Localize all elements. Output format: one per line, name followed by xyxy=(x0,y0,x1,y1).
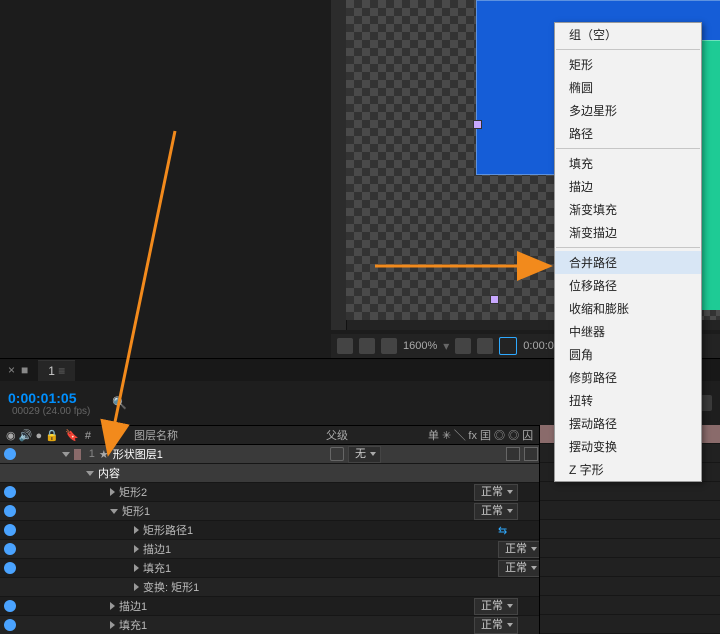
viewer-tool-icon[interactable] xyxy=(337,338,353,354)
menu-pucker-bloat[interactable]: 收缩和膨胀 xyxy=(555,297,701,320)
menu-trim-paths[interactable]: 修剪路径 xyxy=(555,366,701,389)
blend-mode-dropdown[interactable]: 正常 xyxy=(474,598,518,615)
menu-repeater[interactable]: 中继器 xyxy=(555,320,701,343)
menu-polystar[interactable]: 多边星形 xyxy=(555,99,701,122)
visibility-toggle[interactable] xyxy=(4,524,16,536)
blend-mode-dropdown[interactable]: 正常 xyxy=(498,541,542,558)
constrain-icon[interactable]: ⇆ xyxy=(498,524,507,537)
label-column-icon: 🔖 xyxy=(65,430,79,442)
rect2-label: 矩形2 xyxy=(119,484,147,500)
menu-wiggle-transform[interactable]: 摆动变换 xyxy=(555,435,701,458)
comp-tab[interactable]: 1 ≡ xyxy=(38,360,75,381)
layer-index: 1 xyxy=(89,448,95,460)
switch-pin[interactable] xyxy=(524,447,538,461)
eye-column-icon: ◉ xyxy=(6,430,16,442)
blend-mode-dropdown[interactable]: 正常 xyxy=(474,484,518,501)
menu-fill[interactable]: 填充 xyxy=(555,152,701,175)
app-root: 1600% ▾ 0:00:01:0 × ■ 1 ≡ 0:00:01:05 000… xyxy=(0,0,720,634)
viewer-tool-icon[interactable] xyxy=(477,338,493,354)
menu-rectangle[interactable]: 矩形 xyxy=(555,53,701,76)
visibility-toggle[interactable] xyxy=(4,600,16,612)
blend-mode-dropdown[interactable]: 正常 xyxy=(474,503,518,520)
parent-dropdown[interactable]: 无 xyxy=(348,446,381,463)
layer-name[interactable]: 形状图层1 xyxy=(113,446,163,462)
menu-twist[interactable]: 扭转 xyxy=(555,389,701,412)
twirl-right-icon[interactable] xyxy=(134,564,139,572)
parent-column[interactable]: 父级 xyxy=(326,427,422,443)
twirl-right-icon[interactable] xyxy=(110,602,115,610)
viewer-tool-icon[interactable] xyxy=(359,338,375,354)
add-shape-context-menu: 组（空） 矩形 椭圆 多边星形 路径 填充 描边 渐变填充 渐变描边 合并路径 … xyxy=(554,22,702,482)
audio-column-icon: 🔊 xyxy=(19,430,33,442)
menu-ellipse[interactable]: 椭圆 xyxy=(555,76,701,99)
menu-stroke[interactable]: 描边 xyxy=(555,175,701,198)
lock-column-icon: 🔒 xyxy=(45,430,59,442)
search-input[interactable] xyxy=(127,395,281,412)
contents-label: 内容 xyxy=(98,465,120,481)
viewer-tool-icon[interactable] xyxy=(381,338,397,354)
twirl-right-icon[interactable] xyxy=(134,583,139,591)
visibility-toggle[interactable] xyxy=(4,486,16,498)
menu-round-corners[interactable]: 圆角 xyxy=(555,343,701,366)
visibility-toggle[interactable] xyxy=(4,619,16,631)
menu-group-empty[interactable]: 组（空） xyxy=(555,23,701,46)
zoom-level[interactable]: 1600% xyxy=(403,340,437,352)
blend-mode-dropdown[interactable]: 正常 xyxy=(498,560,542,577)
menu-wiggle-paths[interactable]: 摆动路径 xyxy=(555,412,701,435)
search-icon: 🔍 xyxy=(112,396,127,410)
stroke1b-label: 描边1 xyxy=(119,598,147,614)
visibility-toggle[interactable] xyxy=(4,543,16,555)
twirl-down-icon[interactable] xyxy=(86,471,94,476)
transform-handle[interactable] xyxy=(490,295,499,304)
twirl-down-icon[interactable] xyxy=(62,452,70,457)
twirl-right-icon[interactable] xyxy=(134,526,139,534)
menu-separator xyxy=(556,49,700,50)
transform-handle[interactable] xyxy=(473,120,482,129)
menu-separator xyxy=(556,247,700,248)
switch-pin[interactable] xyxy=(506,447,520,461)
hash-column: # xyxy=(85,430,91,442)
transform-rect1-label: 变换: 矩形1 xyxy=(143,579,199,595)
menu-zigzag[interactable]: Z 字形 xyxy=(555,458,701,481)
fill1-label: 填充1 xyxy=(143,560,171,576)
shape-layer-icon: ★ xyxy=(99,448,109,461)
visibility-toggle[interactable] xyxy=(4,562,16,574)
menu-path[interactable]: 路径 xyxy=(555,122,701,145)
viewer-tool-icon[interactable] xyxy=(455,338,471,354)
twirl-right-icon[interactable] xyxy=(110,488,115,496)
pickwhip-icon[interactable] xyxy=(330,447,344,461)
timecode-sub: 00029 (24.00 fps) xyxy=(12,406,90,417)
layer-search[interactable]: 🔍 xyxy=(112,395,281,412)
menu-separator xyxy=(556,148,700,149)
blend-mode-dropdown[interactable]: 正常 xyxy=(474,617,518,634)
visibility-toggle[interactable] xyxy=(4,448,16,460)
layer-color-badge[interactable] xyxy=(74,449,81,460)
visibility-toggle[interactable] xyxy=(4,505,16,517)
menu-offset-paths[interactable]: 位移路径 xyxy=(555,274,701,297)
menu-gradient-fill[interactable]: 渐变填充 xyxy=(555,198,701,221)
current-timecode[interactable]: 0:00:01:05 xyxy=(8,390,90,406)
twirl-right-icon[interactable] xyxy=(110,621,115,629)
menu-merge-paths[interactable]: 合并路径 xyxy=(555,251,701,274)
menu-gradient-stroke[interactable]: 渐变描边 xyxy=(555,221,701,244)
fill1b-label: 填充1 xyxy=(119,617,147,633)
vertical-ruler xyxy=(331,0,347,330)
region-of-interest-icon[interactable] xyxy=(499,337,517,355)
solo-column-icon: ● xyxy=(35,430,42,442)
rect1-label: 矩形1 xyxy=(122,503,150,519)
rect-path1-label: 矩形路径1 xyxy=(143,522,193,538)
layer-name-column[interactable]: 图层名称 xyxy=(134,427,266,443)
twirl-down-icon[interactable] xyxy=(110,509,118,514)
stroke1-label: 描边1 xyxy=(143,541,171,557)
twirl-right-icon[interactable] xyxy=(134,545,139,553)
